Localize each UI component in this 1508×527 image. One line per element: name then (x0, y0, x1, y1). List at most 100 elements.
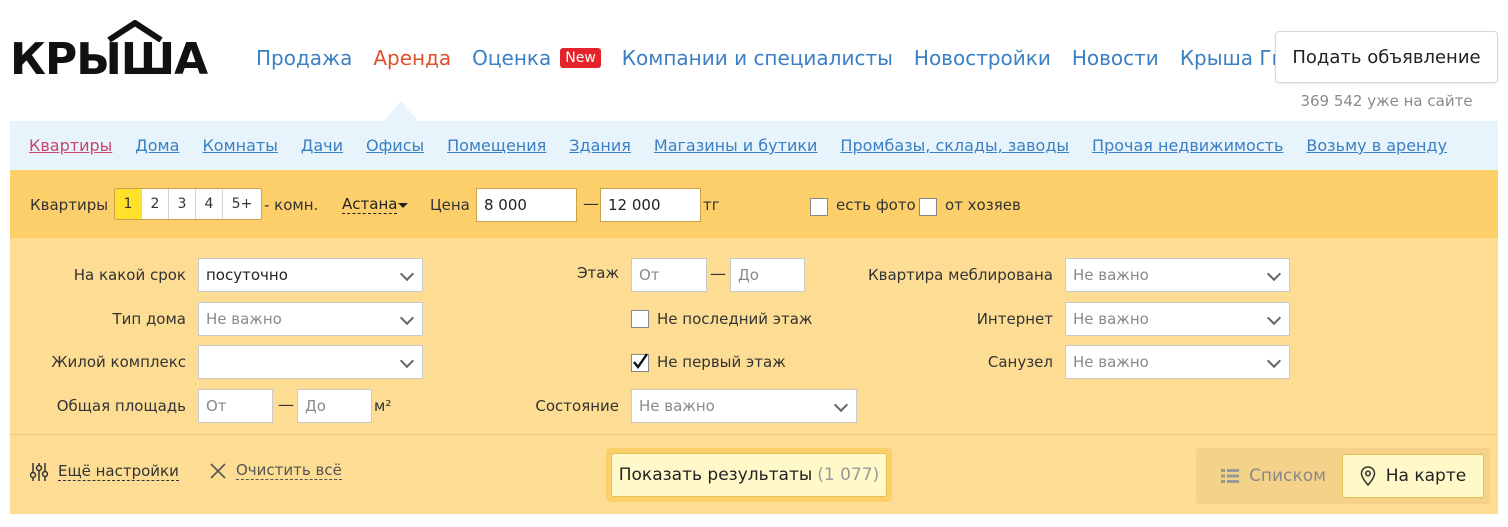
chevron-down-icon (1266, 310, 1282, 326)
not-first-floor-checkbox[interactable] (631, 353, 649, 372)
logo[interactable]: КРЫША (10, 18, 210, 85)
clear-all-label: Очистить всё (236, 461, 342, 480)
close-icon (210, 463, 226, 479)
nav-pointer (384, 101, 418, 121)
area-label: Общая площадь (56, 397, 186, 415)
furnished-label: Квартира меблирована (867, 266, 1053, 284)
list-icon (1221, 469, 1240, 483)
chevron-down-icon (1266, 353, 1282, 369)
page: КРЫША Продажа Аренда Оценка New Компании … (0, 0, 1508, 527)
from-owner-checkbox[interactable] (919, 198, 937, 216)
bottom-bar: Ещё настройки Очистить всё Показать резу… (10, 434, 1498, 514)
floor-to-input[interactable]: До (730, 258, 805, 292)
quick-filter-bar: Квартиры 1 2 3 4 5+ - комн. Астана Цена … (10, 170, 1498, 238)
main-nav: Продажа Аренда Оценка New Компании и спец… (256, 44, 1319, 72)
advanced-filters: На какой срок посуточно Тип дома Не важн… (10, 238, 1498, 434)
view-map-button[interactable]: На карте (1342, 454, 1484, 498)
furnished-select[interactable]: Не важно (1065, 258, 1290, 292)
complex-select[interactable] (198, 345, 423, 379)
show-results-wrapper: Показать результаты (1 077) (606, 448, 892, 502)
floor-dash: — (710, 264, 726, 283)
rooms-suffix: - комн. (264, 196, 319, 214)
condition-select[interactable]: Не важно (631, 389, 857, 423)
post-ad-button[interactable]: Подать объявление (1275, 31, 1498, 83)
price-from-input[interactable]: 8 000 (476, 188, 577, 222)
term-label: На какой срок (73, 266, 186, 284)
currency-label: тг (703, 196, 720, 214)
internet-select[interactable]: Не важно (1065, 302, 1290, 336)
new-badge: New (560, 48, 601, 68)
term-select[interactable]: посуточно (198, 258, 423, 292)
view-list-button[interactable]: Списком (1206, 454, 1341, 498)
caret-down-icon (398, 203, 408, 208)
with-photo-label: есть фото (836, 196, 916, 214)
nav-item-new-buildings[interactable]: Новостройки (914, 44, 1051, 72)
area-dash: — (278, 395, 294, 414)
not-last-floor-checkbox[interactable] (631, 310, 649, 328)
view-list-label: Списком (1249, 466, 1326, 486)
nav-item-sale[interactable]: Продажа (256, 44, 352, 72)
complex-label: Жилой комплекс (51, 353, 186, 371)
show-results-button[interactable]: Показать результаты (1 077) (611, 453, 887, 497)
category-bar: Квартиры Дома Комнаты Дачи Офисы Помещен… (10, 121, 1498, 170)
bathroom-label: Санузел (987, 353, 1053, 371)
rooms-selector: 1 2 3 4 5+ (114, 188, 262, 220)
not-last-floor-label: Не последний этаж (657, 310, 813, 328)
category-dachas[interactable]: Дачи (301, 136, 343, 155)
area-unit: м² (374, 397, 392, 415)
category-want-to-rent[interactable]: Возьму в аренду (1306, 136, 1447, 155)
category-premises[interactable]: Помещения (447, 136, 546, 155)
map-pin-icon (1360, 466, 1376, 486)
nav-item-rent[interactable]: Аренда (373, 44, 451, 72)
category-rooms[interactable]: Комнаты (202, 136, 277, 155)
not-first-floor-label: Не первый этаж (657, 353, 786, 371)
view-map-label: На карте (1385, 466, 1467, 486)
category-shops[interactable]: Магазины и бутики (654, 136, 818, 155)
nav-item-companies[interactable]: Компании и специалисты (622, 44, 893, 72)
sliders-icon (30, 463, 48, 481)
more-settings-label: Ещё настройки (58, 462, 179, 481)
type-label: Квартиры (30, 196, 109, 214)
show-results-label: Показать результаты (618, 465, 813, 485)
chevron-down-icon (399, 266, 415, 282)
category-industrial[interactable]: Промбазы, склады, заводы (840, 136, 1069, 155)
view-toggle: Списком На карте (1196, 448, 1490, 504)
from-owner-label: от хозяев (945, 196, 1021, 214)
bathroom-select[interactable]: Не важно (1065, 345, 1290, 379)
category-buildings[interactable]: Здания (569, 136, 631, 155)
price-dash: — (583, 194, 599, 213)
category-other[interactable]: Прочая недвижимость (1092, 136, 1283, 155)
category-apartments[interactable]: Квартиры (29, 136, 112, 155)
internet-label: Интернет (976, 310, 1053, 328)
house-type-label: Тип дома (112, 310, 186, 328)
checkmark-icon (633, 353, 648, 370)
chevron-down-icon (399, 353, 415, 369)
area-to-input[interactable]: До (297, 389, 372, 423)
room-option-5plus[interactable]: 5+ (223, 189, 261, 219)
category-offices[interactable]: Офисы (366, 136, 424, 155)
clear-all-link[interactable]: Очистить всё (210, 462, 342, 480)
chevron-down-icon (833, 397, 849, 413)
room-option-1[interactable]: 1 (115, 189, 142, 219)
condition-label: Состояние (535, 397, 619, 415)
more-settings-link[interactable]: Ещё настройки (30, 462, 179, 482)
with-photo-checkbox[interactable] (810, 198, 828, 216)
nav-item-valuation[interactable]: Оценка New (472, 44, 601, 72)
room-option-3[interactable]: 3 (169, 189, 196, 219)
house-type-select[interactable]: Не важно (198, 302, 423, 336)
header: КРЫША Продажа Аренда Оценка New Компании … (0, 0, 1508, 121)
nav-item-news[interactable]: Новости (1072, 44, 1159, 72)
price-label: Цена (430, 196, 470, 214)
price-to-input[interactable]: 12 000 (600, 188, 701, 222)
chevron-down-icon (399, 310, 415, 326)
area-from-input[interactable]: От (198, 389, 273, 423)
online-counter: 369 542 уже на сайте (1300, 92, 1473, 110)
category-houses[interactable]: Дома (135, 136, 179, 155)
chevron-down-icon (1266, 266, 1282, 282)
room-option-4[interactable]: 4 (196, 189, 223, 219)
floor-label: Этаж (577, 264, 619, 282)
logo-text: КРЫША (10, 34, 208, 85)
room-option-2[interactable]: 2 (142, 189, 169, 219)
floor-from-input[interactable]: От (631, 258, 707, 292)
city-dropdown[interactable]: Астана (342, 196, 398, 214)
